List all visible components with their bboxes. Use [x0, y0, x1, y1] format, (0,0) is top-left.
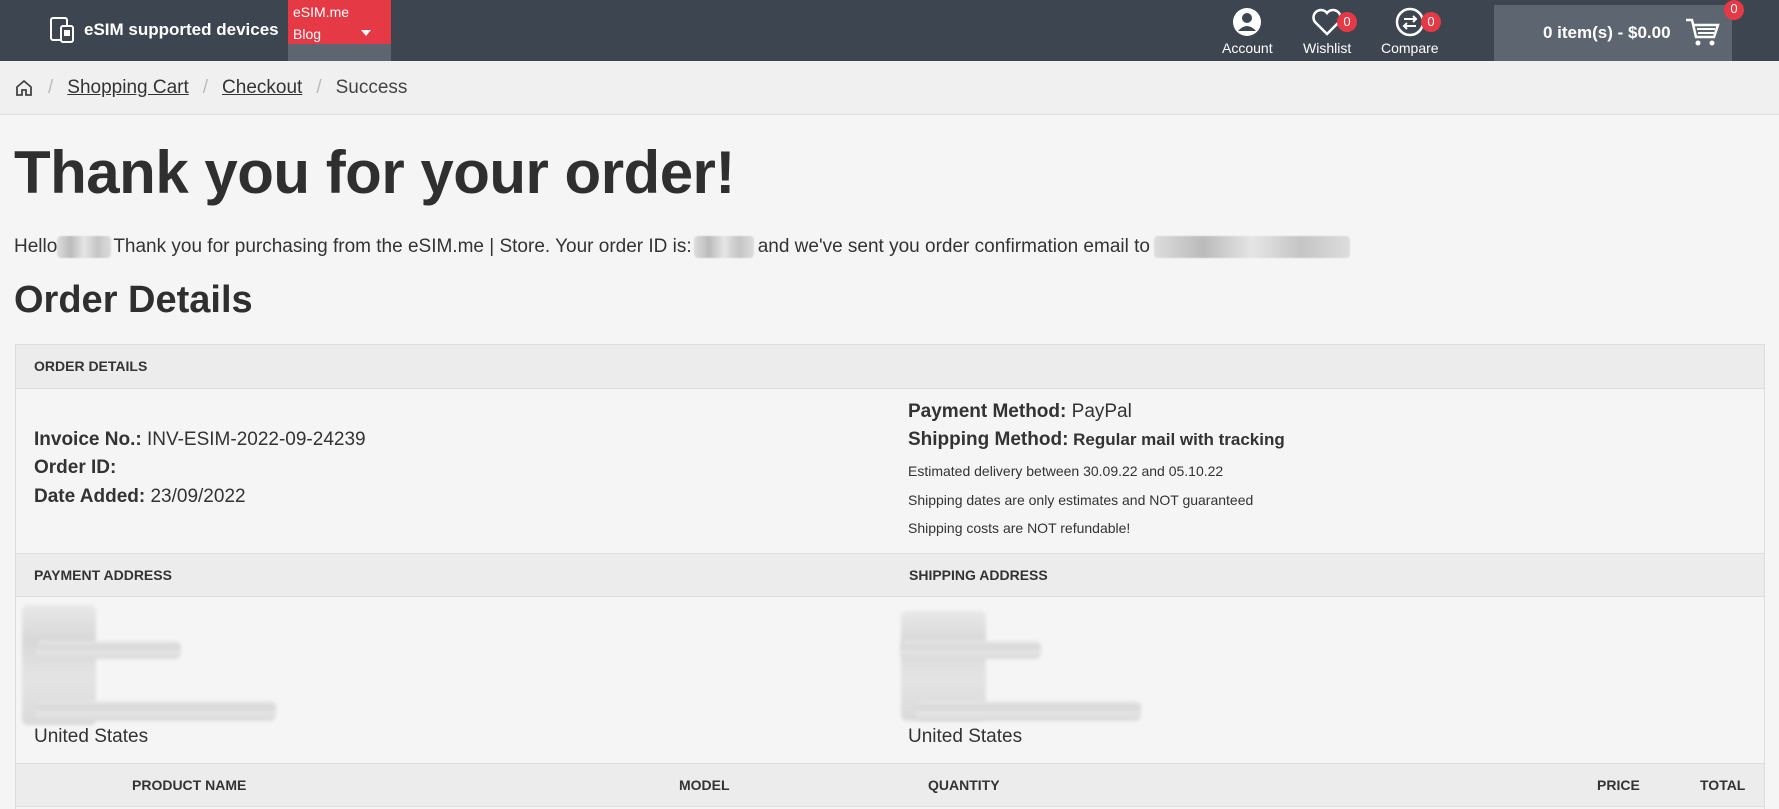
- col-total: TOTAL: [1700, 777, 1746, 793]
- order-id-row: Order ID:: [34, 457, 116, 479]
- breadcrumb-success: Success: [335, 77, 408, 98]
- breadcrumb-separator: /: [316, 77, 322, 98]
- esim-devices-link[interactable]: eSIM supported devices: [50, 16, 279, 44]
- breadcrumb-shopping-cart[interactable]: Shopping Cart: [67, 77, 188, 99]
- col-model: MODEL: [679, 777, 730, 793]
- devices-icon: [50, 17, 74, 43]
- date-row: Date Added: 23/09/2022: [34, 486, 246, 508]
- invoice-label: Invoice No.:: [34, 429, 142, 450]
- message-part2: and we've sent you order confirmation em…: [757, 236, 1150, 257]
- shipping-costs-note: Shipping costs are NOT refundable!: [908, 520, 1131, 536]
- products-header: PRODUCT NAME MODEL QUANTITY PRICE TOTAL: [16, 763, 1764, 807]
- menu-line-esim: eSIM.me: [293, 4, 350, 20]
- redacted-shipping-address-line: [901, 641, 1041, 659]
- order-details-table: ORDER DETAILS Invoice No.: INV-ESIM-2022…: [15, 344, 1765, 809]
- compare-link[interactable]: 0 Compare: [1381, 6, 1441, 56]
- cart-button[interactable]: 0 item(s) - $0.00: [1494, 5, 1732, 61]
- page-title: Thank you for your order!: [14, 139, 735, 206]
- home-icon[interactable]: [14, 78, 34, 98]
- redacted-email: [1153, 236, 1350, 258]
- payment-method-value: PayPal: [1071, 401, 1132, 422]
- order-details-heading: Order Details: [14, 279, 253, 321]
- dropdown-label-box: eSIM.me Blog: [288, 0, 391, 44]
- hello-text: Hello: [14, 236, 58, 257]
- top-navbar: eSIM supported devices eSIM.me Blog Acco…: [0, 0, 1779, 61]
- col-price: PRICE: [1597, 777, 1640, 793]
- compare-label: Compare: [1381, 40, 1439, 56]
- redacted-order-id: [693, 236, 754, 258]
- cart-summary: 0 item(s) - $0.00: [1543, 23, 1671, 42]
- redacted-payment-address-line: [36, 701, 276, 721]
- shipping-method-value: Regular mail with tracking: [1073, 430, 1285, 449]
- esim-blog-dropdown[interactable]: eSIM.me Blog: [288, 0, 391, 61]
- breadcrumb-separator: /: [202, 77, 209, 98]
- breadcrumb: / Shopping Cart / Checkout / Success: [14, 77, 407, 99]
- breadcrumb-checkout[interactable]: Checkout: [222, 77, 302, 99]
- shipping-method-label: Shipping Method:: [908, 429, 1069, 450]
- breadcrumb-bar: / Shopping Cart / Checkout / Success: [0, 61, 1779, 115]
- order-details-header: ORDER DETAILS: [16, 345, 1764, 389]
- shipping-method-row: Shipping Method: Regular mail with track…: [908, 429, 1285, 451]
- account-link[interactable]: Account: [1222, 6, 1273, 56]
- wishlist-link[interactable]: 0 Wishlist: [1303, 6, 1357, 56]
- payment-method-label: Payment Method:: [908, 401, 1067, 422]
- message-part1: Thank you for purchasing from the eSIM.m…: [113, 236, 692, 257]
- date-label: Date Added:: [34, 486, 146, 507]
- cart-count-badge: 0: [1724, 0, 1744, 20]
- order-id-label: Order ID:: [34, 457, 117, 478]
- col-quantity: QUANTITY: [928, 777, 1000, 793]
- redacted-shipping-address-line: [916, 701, 1141, 721]
- breadcrumb-separator: /: [48, 77, 54, 98]
- thank-you-message: Hello Thank you for purchasing from the …: [14, 236, 1350, 258]
- col-product-name: PRODUCT NAME: [132, 777, 247, 793]
- menu-line-blog: Blog: [293, 26, 322, 42]
- shipping-dates-note: Shipping dates are only estimates and NO…: [908, 492, 1254, 508]
- shipping-country: United States: [908, 726, 1023, 747]
- date-value: 23/09/2022: [150, 486, 246, 507]
- invoice-value: INV-ESIM-2022-09-24239: [146, 429, 366, 450]
- account-icon: [1233, 8, 1262, 36]
- payment-method-row: Payment Method: PayPal: [908, 401, 1132, 423]
- shipping-address-header: SHIPPING ADDRESS: [909, 567, 1048, 583]
- redacted-payment-address-line: [36, 641, 181, 659]
- redacted-name: [57, 236, 112, 258]
- account-label: Account: [1222, 40, 1273, 56]
- address-header: PAYMENT ADDRESS SHIPPING ADDRESS: [16, 553, 1764, 597]
- invoice-row: Invoice No.: INV-ESIM-2022-09-24239: [34, 429, 366, 451]
- payment-address-header: PAYMENT ADDRESS: [34, 567, 172, 583]
- wishlist-count-badge: 0: [1337, 12, 1357, 32]
- caret-down-icon: [361, 30, 371, 36]
- compare-count-badge: 0: [1421, 12, 1441, 32]
- brand-label: eSIM supported devices: [84, 20, 279, 39]
- wishlist-label: Wishlist: [1303, 40, 1352, 56]
- cart-icon: [1686, 18, 1720, 46]
- payment-country: United States: [34, 726, 149, 747]
- order-details-header-label: ORDER DETAILS: [34, 358, 148, 374]
- delivery-estimate: Estimated delivery between 30.09.22 and …: [908, 463, 1224, 479]
